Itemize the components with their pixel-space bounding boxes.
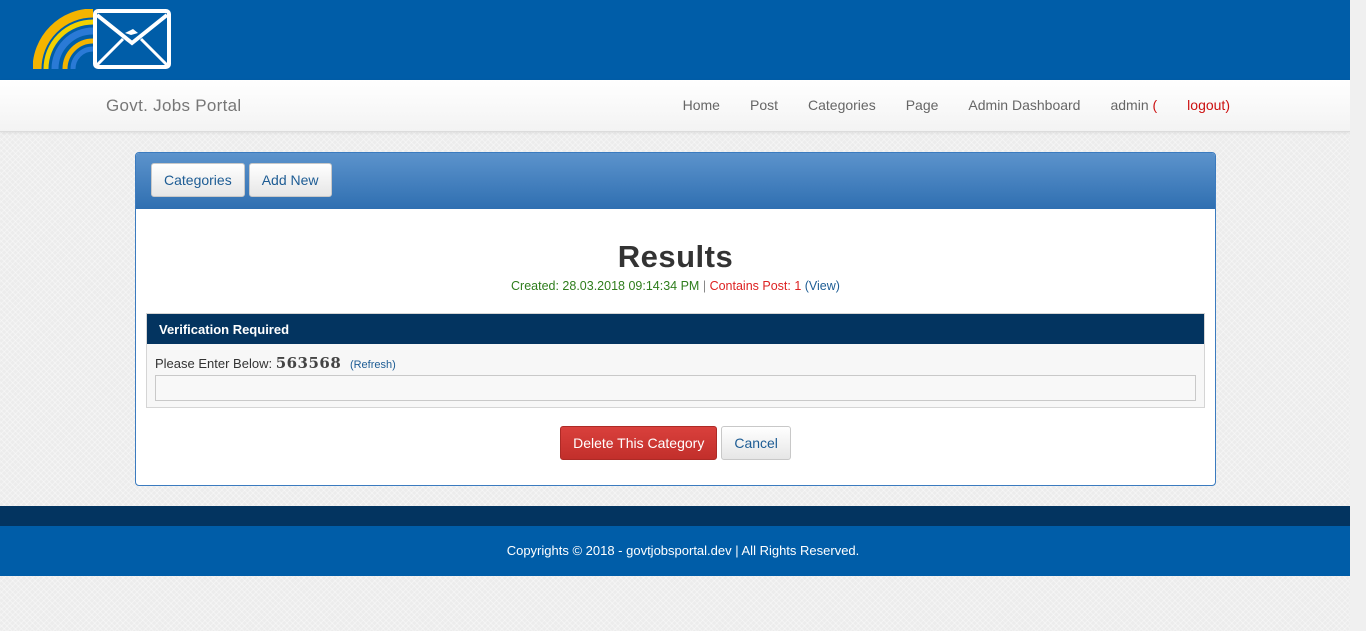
nav-links: Home Post Categories Page Admin Dashboar… — [653, 97, 1230, 113]
nav-categories[interactable]: Categories — [808, 97, 876, 113]
page-scrollbar[interactable] — [1350, 0, 1366, 631]
username: admin — [1110, 97, 1149, 113]
categories-button[interactable]: Categories — [151, 163, 245, 197]
form-actions: Delete This Category Cancel — [136, 426, 1215, 460]
captcha-input[interactable] — [155, 375, 1196, 401]
logout-link[interactable]: logout — [1187, 97, 1225, 113]
view-paren-open: ( — [801, 279, 809, 293]
brand-link[interactable]: Govt. Jobs Portal — [106, 96, 242, 116]
logout-paren-close: ) — [1225, 97, 1230, 113]
delete-category-button[interactable]: Delete This Category — [560, 426, 718, 460]
verification-prompt: Please Enter Below: — [155, 356, 276, 371]
verification-body: Please Enter Below: 563568 (Refresh) — [147, 344, 1204, 411]
site-footer: Copyrights © 2018 - govtjobsportal.dev |… — [0, 526, 1366, 576]
verification-header: Verification Required — [147, 314, 1204, 344]
nav-page[interactable]: Page — [906, 97, 939, 113]
page-title: Results — [617, 239, 734, 274]
category-meta: Created: 28.03.2018 09:14:34 PM | Contai… — [136, 279, 1215, 293]
delete-category-panel: Categories Add New Results Created: 28.0… — [135, 152, 1216, 486]
nav-post[interactable]: Post — [750, 97, 778, 113]
view-link[interactable]: View — [809, 279, 836, 293]
nav-user: admin ( logout) — [1110, 97, 1230, 113]
cancel-button[interactable]: Cancel — [721, 426, 791, 460]
contains-post-count: Contains Post: 1 — [709, 279, 802, 293]
view-paren-close: ) — [835, 279, 840, 293]
refresh-captcha-link[interactable]: (Refresh) — [350, 359, 396, 371]
nav-admin-dashboard[interactable]: Admin Dashboard — [968, 97, 1080, 113]
footer-divider — [0, 506, 1366, 526]
nav-home[interactable]: Home — [683, 97, 720, 113]
meta-separator: | — [699, 279, 710, 293]
panel-toolbar: Categories Add New — [136, 153, 1215, 209]
main-navbar: Govt. Jobs Portal Home Post Categories P… — [0, 80, 1350, 132]
site-header — [0, 0, 1350, 80]
verification-box: Verification Required Please Enter Below… — [146, 313, 1205, 408]
footer-copyright: Copyrights © 2018 - govtjobsportal.dev |… — [506, 543, 860, 558]
add-new-button[interactable]: Add New — [248, 163, 332, 197]
created-date: Created: 28.03.2018 09:14:34 PM — [511, 279, 700, 293]
site-logo-mail-icon[interactable] — [33, 9, 173, 71]
logout-paren-open: ( — [1148, 97, 1158, 113]
captcha-code: 563568 — [275, 354, 342, 372]
